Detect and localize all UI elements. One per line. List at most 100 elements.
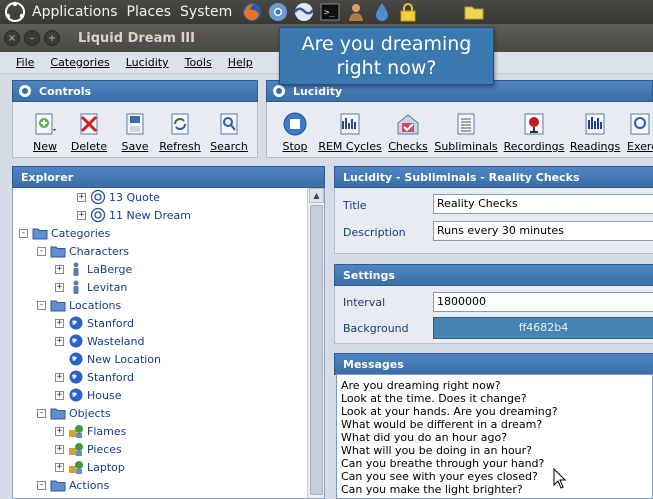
message-line: Are you dreaming right now? [341, 379, 501, 392]
globe-icon [68, 369, 84, 385]
search-button[interactable]: Search [209, 105, 249, 153]
scroll-up-arrow-icon[interactable]: ▲ [309, 188, 324, 203]
chromium-icon[interactable] [267, 1, 289, 23]
ubuntu-logo-icon[interactable] [4, 1, 26, 23]
description-input[interactable]: Runs every 30 minutes [433, 221, 653, 241]
firefox-icon[interactable] [241, 1, 263, 23]
description-label: Description [343, 226, 406, 239]
tree-item[interactable]: + Wasteland [55, 332, 144, 350]
menu-places[interactable]: Places [127, 4, 172, 20]
objects-icon [68, 459, 84, 475]
title-label: Title [343, 199, 367, 212]
rem-cycles-button[interactable]: REM Cycles [318, 105, 382, 153]
expand-icon[interactable]: + [77, 210, 86, 220]
tree-item[interactable]: - Actions [37, 476, 109, 494]
menu-lucidity[interactable]: Lucidity [126, 56, 169, 69]
folder-icon [50, 405, 66, 421]
mouse-cursor-icon [553, 468, 567, 489]
lock-icon[interactable] [397, 1, 419, 23]
tree-item[interactable]: +11 New Dream [77, 206, 191, 224]
tree-item[interactable]: + Laptop [55, 458, 125, 476]
explorer-tree: +13 Quote +11 New Dream - Categories - Charac… [12, 188, 325, 499]
explorer-scrollbar[interactable]: ▲ [307, 188, 324, 498]
title-input[interactable]: Reality Checks [433, 194, 653, 214]
expand-icon[interactable]: + [55, 318, 64, 328]
refresh-button[interactable]: Refresh [158, 105, 202, 153]
menu-categories[interactable]: Categories [50, 56, 109, 69]
delete-button[interactable]: Delete [69, 105, 109, 153]
tree-item[interactable]: + LaBerge [55, 260, 132, 278]
search-icon [216, 111, 242, 137]
tree-item[interactable]: - Objects [37, 404, 111, 422]
tree-item[interactable]: - Characters [37, 242, 129, 260]
tree-item[interactable]: + Pieces [55, 440, 122, 458]
tree-item[interactable]: +13 Quote [77, 188, 160, 206]
messages-textarea[interactable]: Are you dreaming right now? Look at the t… [336, 374, 653, 499]
tree-item[interactable]: - Locations [37, 296, 121, 314]
exercises-button[interactable]: Exerc [627, 105, 653, 153]
tree-item-label: LaBerge [87, 262, 133, 276]
expand-icon[interactable]: + [55, 372, 64, 382]
expand-icon[interactable]: + [55, 444, 64, 454]
message-line: What will you be doing in an hour? [341, 444, 533, 457]
save-icon [122, 111, 148, 137]
expand-icon[interactable]: + [55, 426, 64, 436]
tree-item-label: 11 New Dream [109, 208, 191, 222]
collapse-icon[interactable]: - [37, 480, 46, 490]
recordings-label: Recordings [503, 140, 565, 153]
collapse-icon[interactable]: - [37, 408, 46, 418]
messages-title: Messages [343, 357, 404, 371]
wave-icon[interactable] [293, 1, 315, 23]
folder-icon[interactable] [463, 1, 485, 23]
expand-icon[interactable]: + [55, 336, 64, 346]
tree-item[interactable]: + Stanford [55, 368, 134, 386]
collapse-icon[interactable]: - [37, 246, 46, 256]
tree-item[interactable]: - Categories [19, 224, 110, 242]
interval-input[interactable]: 1800000 [433, 292, 653, 312]
water-drop-icon[interactable] [371, 1, 393, 23]
subliminals-button[interactable]: Subliminals [434, 105, 498, 153]
expand-icon[interactable]: + [55, 282, 64, 292]
new-icon [32, 111, 58, 137]
detail-panel-header: Lucidity - Subliminals - Reality Checks [334, 166, 653, 188]
menu-help[interactable]: Help [228, 56, 253, 69]
window-title: Liquid Dream III [78, 30, 195, 46]
close-window-button[interactable]: × [4, 30, 20, 46]
tree-item[interactable]: + Flames [55, 422, 126, 440]
save-label: Save [121, 140, 149, 153]
menu-applications[interactable]: Applications [32, 4, 118, 20]
expand-icon[interactable]: + [55, 390, 64, 400]
new-button[interactable]: New [25, 105, 65, 153]
scrollbar-thumb[interactable] [310, 205, 323, 495]
tree-item[interactable]: + Stanford [55, 314, 134, 332]
exercises-label: Exerc [627, 140, 653, 153]
menu-tools[interactable]: Tools [185, 56, 212, 69]
globe-icon [68, 351, 84, 367]
recordings-button[interactable]: Recordings [503, 105, 565, 153]
expand-icon[interactable]: + [55, 462, 64, 472]
tree-item[interactable]: + House [55, 386, 121, 404]
checks-button[interactable]: Checks [387, 105, 429, 153]
readings-icon [582, 111, 608, 137]
collapse-icon[interactable]: - [37, 300, 46, 310]
expand-icon[interactable]: + [77, 192, 86, 202]
menu-file[interactable]: File [16, 56, 34, 69]
globe-icon [68, 387, 84, 403]
expand-icon[interactable]: + [55, 264, 64, 274]
objects-icon [68, 441, 84, 457]
readings-button[interactable]: Readings [570, 105, 620, 153]
dream-icon [90, 207, 106, 223]
maximize-window-button[interactable]: + [44, 30, 60, 46]
tree-item[interactable]: New Location [55, 350, 161, 368]
subliminals-label: Subliminals [434, 140, 498, 153]
user-icon[interactable] [345, 1, 367, 23]
collapse-icon[interactable]: - [19, 228, 28, 238]
menu-system[interactable]: System [180, 4, 232, 20]
minimize-window-button[interactable]: – [24, 30, 40, 46]
tree-item[interactable]: + Levitan [55, 278, 127, 296]
background-color-button[interactable]: ff4682b4 [433, 317, 653, 339]
save-button[interactable]: Save [115, 105, 155, 153]
stop-button[interactable]: Stop [279, 105, 311, 153]
message-line: What did you do an hour ago? [341, 431, 508, 444]
terminal-icon[interactable]: >_ [319, 1, 341, 23]
